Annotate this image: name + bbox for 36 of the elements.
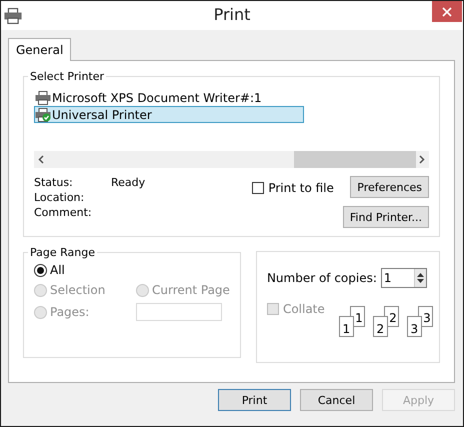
radio-button[interactable] (34, 264, 47, 276)
field-label: Comment: (34, 206, 93, 219)
page-sheet: 2 (372, 316, 388, 337)
scroll-right-icon[interactable] (419, 155, 425, 164)
radio-label: Current Page (152, 283, 230, 297)
field-value: Ready (111, 176, 146, 189)
scroll-left-icon[interactable] (38, 155, 44, 164)
field-label: Status: (34, 176, 74, 189)
radio-label: Pages: (50, 305, 90, 319)
close-button[interactable] (432, 1, 462, 22)
printer-icon (35, 108, 51, 122)
group-label: Select Printer (29, 70, 106, 83)
spin-arrows-icon[interactable] (416, 272, 424, 284)
printer-item[interactable]: Universal Printer (34, 106, 304, 123)
copies-label: Number of copies: (266, 271, 377, 285)
printer-icon (35, 90, 51, 104)
window-title: Print (214, 5, 250, 24)
checkbox[interactable] (252, 182, 264, 194)
radio-label: All (50, 263, 65, 277)
close-icon (442, 6, 452, 16)
page-sheet: 1 (338, 316, 354, 337)
checkbox-label: Print to file (268, 181, 334, 195)
button[interactable]: Find Printer... (342, 206, 429, 228)
copies-spinner[interactable]: 1 (380, 268, 427, 288)
group-label: Page Range (29, 246, 96, 259)
button[interactable]: Preferences (350, 176, 429, 198)
scrollbar-thumb[interactable] (294, 151, 416, 168)
page-sheet: 3 (406, 316, 422, 337)
button[interactable]: Print (218, 389, 291, 411)
button[interactable]: Cancel (300, 389, 373, 411)
checkbox-label: Collate (282, 302, 325, 316)
tab[interactable]: General (8, 38, 72, 61)
horizontal-scrollbar[interactable] (34, 151, 429, 168)
printer-item[interactable]: Microsoft XPS Document Writer#:1 (34, 89, 304, 106)
radio-label: Selection (50, 283, 106, 297)
field-label: Location: (34, 191, 86, 204)
